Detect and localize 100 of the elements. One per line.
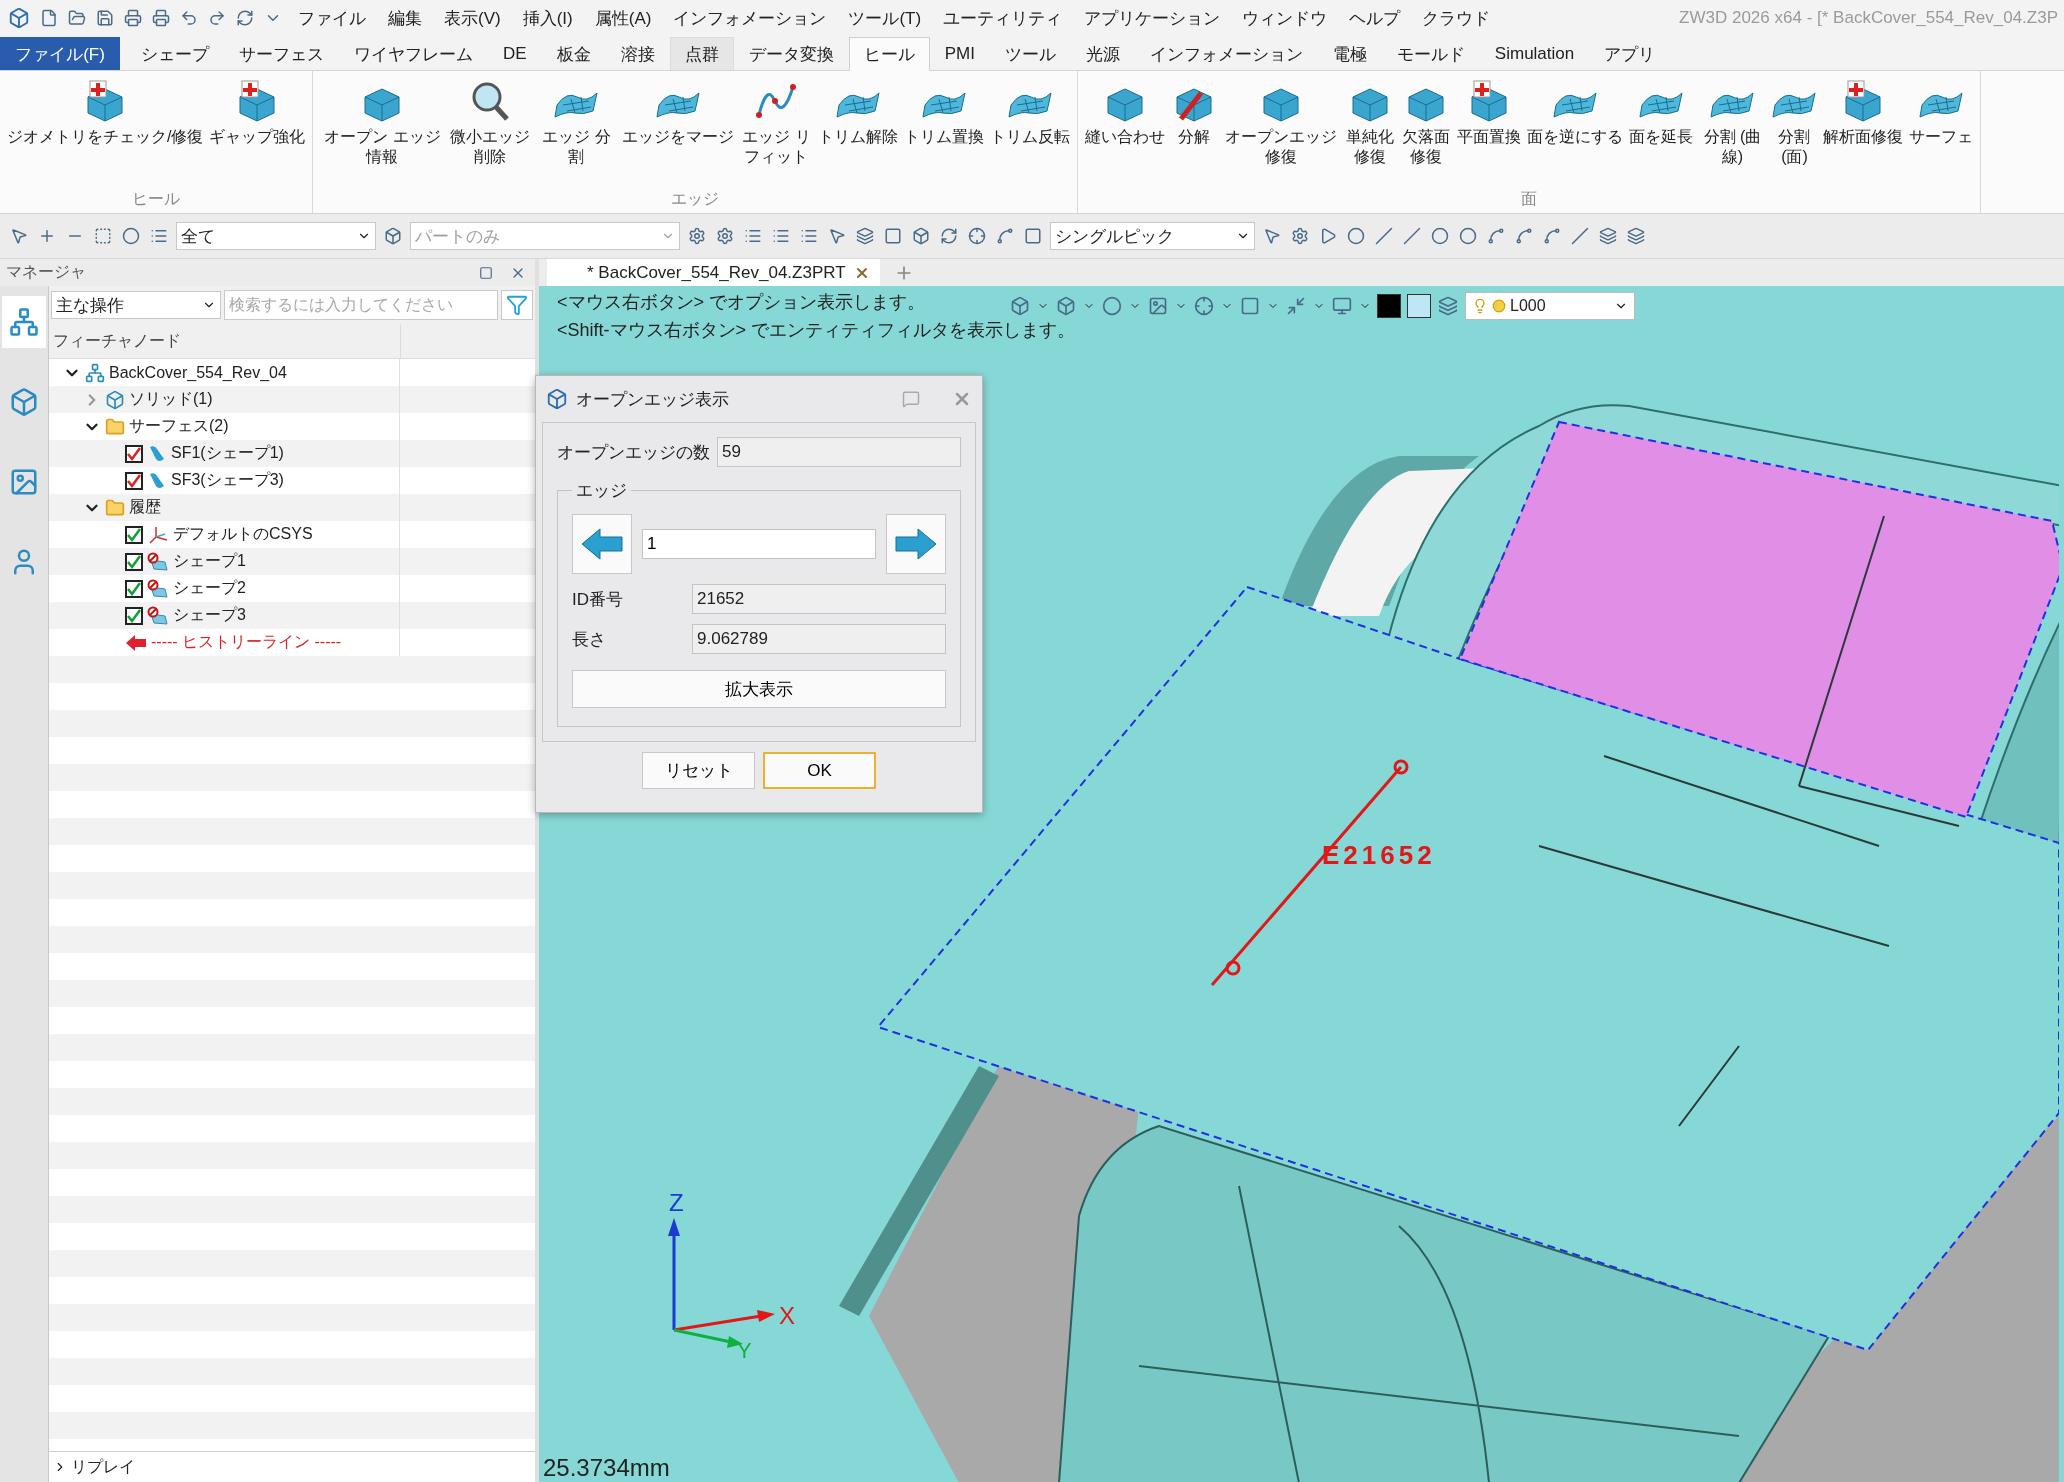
value-field[interactable]: 9.062789 [692,624,946,654]
ribbon-button-label[interactable]: トリム解除 [818,127,899,147]
color-swatch[interactable] [1407,294,1431,318]
ribbon-tab[interactable]: Simulation [1479,37,1590,70]
ribbon-button-label[interactable]: エッジ リフィット [740,127,813,167]
ribbon-tab[interactable]: モールド [1381,37,1480,70]
ribbon-button-label[interactable]: 分割 (曲線) [1699,127,1766,167]
layers-icon[interactable] [854,225,876,247]
ribbon-button-label[interactable]: トリム反転 [990,127,1071,147]
tree-item[interactable]: サーフェス(2) [129,416,229,437]
menu-item[interactable]: ヘルプ [1341,6,1409,30]
mode-dropdown[interactable]: 主な操作 [51,291,221,319]
circle-icon[interactable] [1457,225,1479,247]
ribbon-tab[interactable]: ワイヤフレーム [339,37,488,70]
checkbox[interactable] [125,552,143,571]
ribbon-button-label[interactable]: エッジ 分割 [536,127,617,167]
ribbon-button-label[interactable]: サーフェ [1909,127,1974,147]
crosshair-icon[interactable] [1193,295,1215,317]
checkbox[interactable] [125,525,143,544]
layer-dropdown[interactable]: L000 [1465,292,1635,320]
ribbon-tab[interactable]: ヒール [848,37,930,71]
ribbon-tab[interactable]: 光源 [1070,37,1135,70]
ribbon-button-label[interactable]: 縫い合わせ [1085,127,1166,147]
menu-item[interactable]: 挿入(I) [514,6,581,30]
ribbon-button-label[interactable]: 解析面修復 [1823,127,1904,147]
filter-button[interactable] [501,290,533,320]
menu-item[interactable]: アプリケーション [1076,6,1229,30]
menu-item[interactable]: クラウド [1414,6,1499,30]
menu-item[interactable]: 編集 [380,6,430,30]
tree-item[interactable]: シェープ1 [173,551,246,572]
ribbon-button-label[interactable]: 面を延長 [1629,127,1694,147]
index-field[interactable]: 1 [642,529,876,559]
ribbon-button-label[interactable]: 分解 [1178,127,1211,147]
ribbon-button-label[interactable]: 単純化修復 [1345,127,1396,167]
menu-item[interactable]: ファイル [290,6,374,30]
tree-item[interactable]: シェープ2 [173,578,246,599]
dimension-icon[interactable] [1285,295,1307,317]
tree-item[interactable]: ソリッド(1) [129,389,213,410]
tree-icon[interactable] [2,296,46,348]
menu-item[interactable]: インフォメーション [665,6,835,30]
document-tab[interactable]: * BackCover_554_Rev_04.Z3PRT [547,259,880,286]
menu-item[interactable]: ユーティリティ [935,6,1071,30]
layers-icon[interactable] [1625,225,1647,247]
circle-icon[interactable] [1429,225,1451,247]
tree-item[interactable]: SF3(シェープ3) [171,470,284,491]
ribbon-tab[interactable]: 電極 [1317,37,1382,70]
count-field[interactable]: 59 [717,437,961,467]
ribbon-tab[interactable]: 点群 [669,37,734,70]
crosshair-icon[interactable] [966,225,988,247]
ribbon-tab[interactable]: インフォメーション [1134,37,1318,70]
ribbon-tab[interactable]: データ変換 [733,37,849,70]
ribbon-tab[interactable]: サーフェス [224,37,339,70]
ribbon-button-label[interactable]: 面を逆にする [1527,127,1624,147]
ribbon-button-label[interactable]: オープンエッジ修復 [1223,127,1340,167]
cube-icon[interactable] [1055,295,1077,317]
ribbon-button-label[interactable]: 微小エッジ削除 [450,127,531,167]
ribbon-tab[interactable]: 溶接 [605,37,670,70]
checkbox[interactable] [125,606,143,625]
tree-item[interactable]: SF1(シェープ1) [171,443,284,464]
layers-icon[interactable] [1597,225,1619,247]
value-field[interactable]: 21652 [692,584,946,614]
ribbon-tab[interactable]: シェープ [126,37,224,70]
printer-icon[interactable] [122,7,144,29]
ribbon-tab[interactable]: 板金 [541,37,606,70]
circle-icon[interactable] [120,225,142,247]
ribbon-button-label[interactable]: オープン エッジ情報 [320,127,445,167]
dialog-button[interactable]: OK [763,752,876,789]
tree-item[interactable]: シェープ3 [173,605,246,626]
printer-icon[interactable] [150,7,172,29]
checkbox[interactable] [125,579,143,598]
ribbon-tab[interactable]: ツール [989,37,1071,70]
ribbon-tab[interactable]: DE [488,37,542,70]
menu-item[interactable]: 属性(A) [586,6,660,30]
next-button[interactable] [886,514,946,574]
frame-icon[interactable] [1239,295,1261,317]
color-swatch[interactable] [1377,294,1401,318]
ribbon-tab[interactable]: PMI [929,37,990,70]
pick-mode-dropdown[interactable]: シングルピック [1050,222,1255,250]
ribbon-button-label[interactable]: ギャップ強化 [209,127,306,147]
search-field[interactable]: 検索するには入力してください [224,290,498,320]
ribbon-button-label[interactable]: トリム置換 [904,127,985,147]
monitor-icon[interactable] [1331,295,1353,317]
ribbon-button-label[interactable]: エッジをマージ [622,127,735,147]
zoom-button[interactable]: 拡大表示 [572,670,946,708]
menu-item[interactable]: 表示(V) [436,6,509,30]
menu-item[interactable]: ウィンドウ [1234,6,1336,30]
point-icon[interactable] [1345,225,1367,247]
ribbon-button-label[interactable]: 欠落面修復 [1401,127,1452,167]
layers-icon[interactable] [1437,295,1459,317]
line-icon[interactable] [1373,225,1395,247]
line-icon[interactable] [1401,225,1423,247]
checkbox[interactable] [125,471,143,490]
box-icon[interactable] [1009,295,1031,317]
tree-item[interactable]: BackCover_554_Rev_04 [109,363,287,382]
checkbox[interactable] [125,444,143,463]
ribbon-button-label[interactable]: 分割 (面) [1772,127,1817,167]
ribbon-tab[interactable]: ファイル(F) [0,37,120,70]
previous-button[interactable] [572,514,632,574]
replay-label[interactable]: リプレイ [71,1456,135,1478]
filter-dropdown[interactable]: 全て [176,222,376,250]
